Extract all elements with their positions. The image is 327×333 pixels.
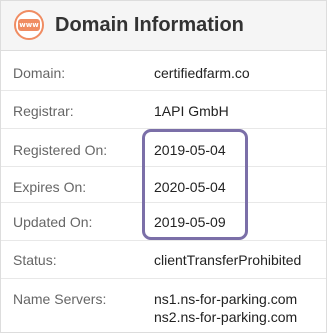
status-value: clientTransferProhibited [154,252,302,268]
row-registered-on: Registered On: 2019-05-04 [1,129,326,167]
www-icon: www [14,10,44,40]
registrar-value: 1API GmbH [154,103,229,119]
domain-label: Domain: [13,65,66,81]
panel-header: www Domain Information [1,1,326,51]
row-expires-on: Expires On: 2020-05-04 [1,167,326,203]
name-server-2: ns2.ns-for-parking.com [154,309,298,325]
status-label: Status: [13,252,57,268]
name-servers-label: Name Servers: [13,291,107,307]
row-registrar: Registrar: 1API GmbH [1,91,326,129]
row-status: Status: clientTransferProhibited [1,241,326,279]
www-icon-label: www [18,19,40,31]
row-domain: Domain: certifiedfarm.co [1,51,326,91]
page-title: Domain Information [55,14,244,36]
updated-on-label: Updated On: [13,214,93,230]
expires-on-value: 2020-05-04 [154,179,226,195]
registered-on-value: 2019-05-04 [154,142,226,158]
row-updated-on: Updated On: 2019-05-09 [1,203,326,241]
registered-on-label: Registered On: [13,142,108,158]
updated-on-value: 2019-05-09 [154,214,226,230]
domain-value: certifiedfarm.co [154,65,250,81]
registrar-label: Registrar: [13,103,74,119]
row-name-servers: Name Servers: ns1.ns-for-parking.com ns2… [1,279,326,332]
expires-on-label: Expires On: [13,179,87,195]
domain-info-panel: www Domain Information Domain: certified… [0,0,327,333]
name-servers-value: ns1.ns-for-parking.com ns2.ns-for-parkin… [154,290,297,326]
name-server-1: ns1.ns-for-parking.com [154,291,298,307]
